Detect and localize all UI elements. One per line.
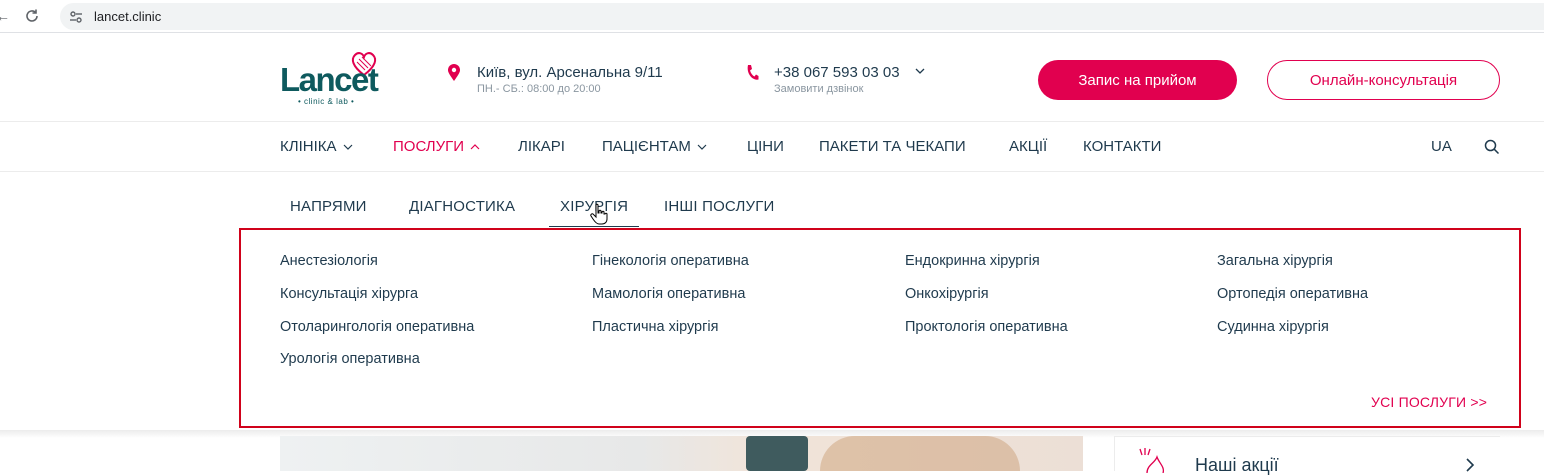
surgery-services-dropdown: Анестезіологія Гінекологія оперативна Ен… xyxy=(239,228,1521,428)
site-header: Lancet • clinic & lab • Київ, вул. Арсен… xyxy=(0,34,1544,122)
tab-directions[interactable]: НАПРЯМИ xyxy=(290,198,367,215)
main-nav: КЛІНІКА ПОСЛУГИ ЛІКАРІ ПАЦІЄНТАМ ЦІНИ ПА… xyxy=(0,122,1544,172)
address-bar[interactable]: lancet.clinic xyxy=(60,3,1544,30)
service-link[interactable]: Онкохірургія xyxy=(905,286,989,302)
nav-item-contacts[interactable]: КОНТАКТИ xyxy=(1083,138,1161,155)
clinic-address[interactable]: Київ, вул. Арсенальна 9/11 xyxy=(477,64,663,81)
active-tab-underline xyxy=(549,226,639,227)
service-link[interactable]: Мамологія оперативна xyxy=(592,286,745,302)
phone-icon xyxy=(747,65,759,80)
nav-item-promotions[interactable]: АКЦІЇ xyxy=(1009,138,1047,155)
chevron-down-icon[interactable] xyxy=(914,65,926,77)
logo-wordmark: Lancet xyxy=(280,61,379,98)
tab-diagnostics[interactable]: ДІАГНОСТИКА xyxy=(409,198,515,215)
service-link[interactable]: Консультація хірурга xyxy=(280,286,418,302)
chevron-down-icon xyxy=(697,144,707,150)
request-callback-link[interactable]: Замовити дзвінок xyxy=(774,83,863,95)
hand-cursor-icon xyxy=(590,203,608,225)
chevron-up-icon xyxy=(470,144,480,150)
service-link[interactable]: Загальна хірургія xyxy=(1217,253,1333,269)
online-consultation-button[interactable]: Онлайн-консультація xyxy=(1267,60,1500,100)
service-link[interactable]: Анестезіологія xyxy=(280,253,378,269)
nav-item-patients[interactable]: ПАЦІЄНТАМ xyxy=(602,138,707,155)
reload-icon[interactable] xyxy=(24,8,40,24)
nav-item-label: КЛІНІКА xyxy=(280,138,337,155)
service-link[interactable]: Проктологія оперативна xyxy=(905,319,1068,335)
tab-other-services[interactable]: ІНШІ ПОСЛУГИ xyxy=(664,198,775,215)
hero-phone-shape xyxy=(746,436,808,471)
service-link[interactable]: Судинна хірургія xyxy=(1217,319,1329,335)
nav-item-clinic[interactable]: КЛІНІКА xyxy=(280,138,353,155)
nav-item-doctors[interactable]: ЛІКАРІ xyxy=(518,138,565,155)
all-services-link[interactable]: УСІ ПОСЛУГИ >> xyxy=(1371,394,1487,410)
nav-item-services[interactable]: ПОСЛУГИ xyxy=(393,138,480,155)
service-link[interactable]: Пластична хірургія xyxy=(592,319,718,335)
nav-item-packages[interactable]: ПАКЕТИ ТА ЧЕКАПИ xyxy=(819,138,966,155)
service-link[interactable]: Отоларингологія оперативна xyxy=(280,319,474,335)
promotions-card[interactable]: Наші акції xyxy=(1114,436,1500,475)
hero-image xyxy=(280,436,1083,471)
service-link[interactable]: Ортопедія оперативна xyxy=(1217,286,1368,302)
chevron-down-icon xyxy=(343,144,352,150)
promo-sparkle-icon xyxy=(1139,448,1165,473)
search-icon[interactable] xyxy=(1484,139,1500,155)
logo-tagline: • clinic & lab • xyxy=(298,97,355,106)
service-link[interactable]: Урологія оперативна xyxy=(280,351,420,367)
service-link[interactable]: Гінекологія оперативна xyxy=(592,253,749,269)
nav-item-prices[interactable]: ЦІНИ xyxy=(747,138,784,155)
site-settings-icon[interactable] xyxy=(68,9,84,25)
lancet-logo[interactable]: Lancet • clinic & lab • xyxy=(280,51,390,111)
nav-item-label: ПОСЛУГИ xyxy=(393,138,465,155)
book-appointment-button[interactable]: Запис на прийом xyxy=(1038,60,1237,100)
hero-person-shape xyxy=(820,436,1020,471)
location-pin-icon xyxy=(448,64,460,81)
language-switcher[interactable]: UA xyxy=(1431,138,1452,155)
phone-number[interactable]: +38 067 593 03 03 xyxy=(774,64,900,81)
url-text: lancet.clinic xyxy=(94,9,162,24)
nav-item-label: ПАЦІЄНТАМ xyxy=(602,138,691,155)
browser-toolbar: ← lancet.clinic xyxy=(0,0,1544,33)
service-link[interactable]: Ендокринна хірургія xyxy=(905,253,1040,269)
opening-hours: ПН.- СБ.: 08:00 до 20:00 xyxy=(477,83,601,95)
back-arrow-icon[interactable]: ← xyxy=(0,8,10,24)
promo-label: Наші акції xyxy=(1195,455,1279,475)
